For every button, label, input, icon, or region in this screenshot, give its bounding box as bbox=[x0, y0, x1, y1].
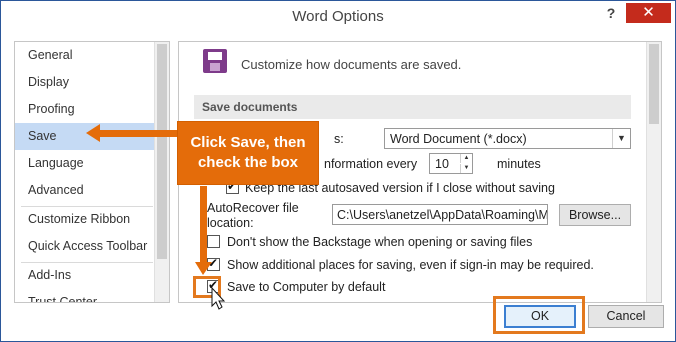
autorecover-interval-label: nformation every bbox=[324, 157, 418, 171]
instruction-callout: Click Save, then check the box bbox=[177, 121, 319, 185]
callout-line-1: Click Save, then bbox=[190, 134, 306, 151]
backstage-checkbox[interactable] bbox=[207, 235, 220, 248]
sidebar-scrollbar[interactable] bbox=[154, 42, 169, 302]
backstage-label: Don't show the Backstage when opening or… bbox=[227, 235, 533, 249]
additional-places-label: Show additional places for saving, even … bbox=[227, 258, 594, 272]
save-to-computer-label: Save to Computer by default bbox=[227, 280, 386, 294]
section-title: Save documents bbox=[202, 100, 298, 114]
save-format-label: s: bbox=[334, 132, 344, 146]
autorecover-location-label: AutoRecover file bbox=[207, 201, 299, 215]
autorecover-path-input[interactable]: C:\Users\anetzel\AppData\Roaming\Mi bbox=[332, 204, 548, 225]
autorecover-path-value: C:\Users\anetzel\AppData\Roaming\Mi bbox=[337, 208, 548, 222]
close-button[interactable]: ✕ bbox=[626, 3, 671, 23]
ok-highlight bbox=[493, 296, 585, 334]
panel-heading: Customize how documents are saved. bbox=[241, 57, 462, 72]
sidebar-item-quick-access-toolbar[interactable]: Quick Access Toolbar bbox=[15, 233, 154, 260]
checkbox-highlight bbox=[193, 276, 221, 298]
panel-scroll-thumb[interactable] bbox=[649, 44, 659, 124]
autorecover-minutes-stepper[interactable]: 10 ▲ ▼ bbox=[429, 153, 473, 174]
save-format-dropdown[interactable]: Word Document (*.docx) ▼ bbox=[384, 128, 631, 149]
options-sidebar: General Display Proofing Save Language A… bbox=[14, 41, 170, 303]
sidebar-item-add-ins[interactable]: Add-Ins bbox=[15, 262, 154, 289]
sidebar-item-proofing[interactable]: Proofing bbox=[15, 96, 154, 123]
sidebar-item-customize-ribbon[interactable]: Customize Ribbon bbox=[15, 206, 154, 233]
section-header: Save documents bbox=[194, 95, 631, 119]
dialog-title: Word Options bbox=[292, 8, 384, 25]
floppy-disk-icon bbox=[203, 49, 227, 73]
sidebar-item-trust-center[interactable]: Trust Center bbox=[15, 289, 154, 302]
save-format-value: Word Document (*.docx) bbox=[390, 132, 527, 146]
browse-button[interactable]: Browse... bbox=[559, 204, 631, 226]
chevron-down-icon[interactable]: ▼ bbox=[612, 129, 630, 148]
additional-places-checkbox[interactable] bbox=[207, 256, 220, 271]
word-options-dialog: Word Options ? ✕ General Display Proofin… bbox=[0, 0, 676, 342]
panel-scrollbar[interactable] bbox=[646, 42, 661, 302]
help-button[interactable]: ? bbox=[601, 3, 621, 23]
spin-down-icon[interactable]: ▼ bbox=[460, 164, 472, 173]
sidebar-item-advanced[interactable]: Advanced bbox=[15, 177, 154, 204]
sidebar-item-language[interactable]: Language bbox=[15, 150, 154, 177]
spin-up-icon[interactable]: ▲ bbox=[460, 154, 472, 163]
title-bar: Word Options ? ✕ bbox=[1, 1, 675, 33]
sidebar-item-save[interactable]: Save bbox=[15, 123, 154, 150]
sidebar-scroll-thumb[interactable] bbox=[157, 44, 167, 259]
sidebar-item-display[interactable]: Display bbox=[15, 69, 154, 96]
autorecover-minutes-value: 10 bbox=[435, 157, 449, 171]
autorecover-location-label-2: location: bbox=[207, 216, 254, 230]
cancel-button[interactable]: Cancel bbox=[588, 305, 664, 328]
minutes-label: minutes bbox=[497, 157, 541, 171]
callout-line-2: check the box bbox=[197, 154, 299, 171]
sidebar-item-general[interactable]: General bbox=[15, 42, 154, 69]
